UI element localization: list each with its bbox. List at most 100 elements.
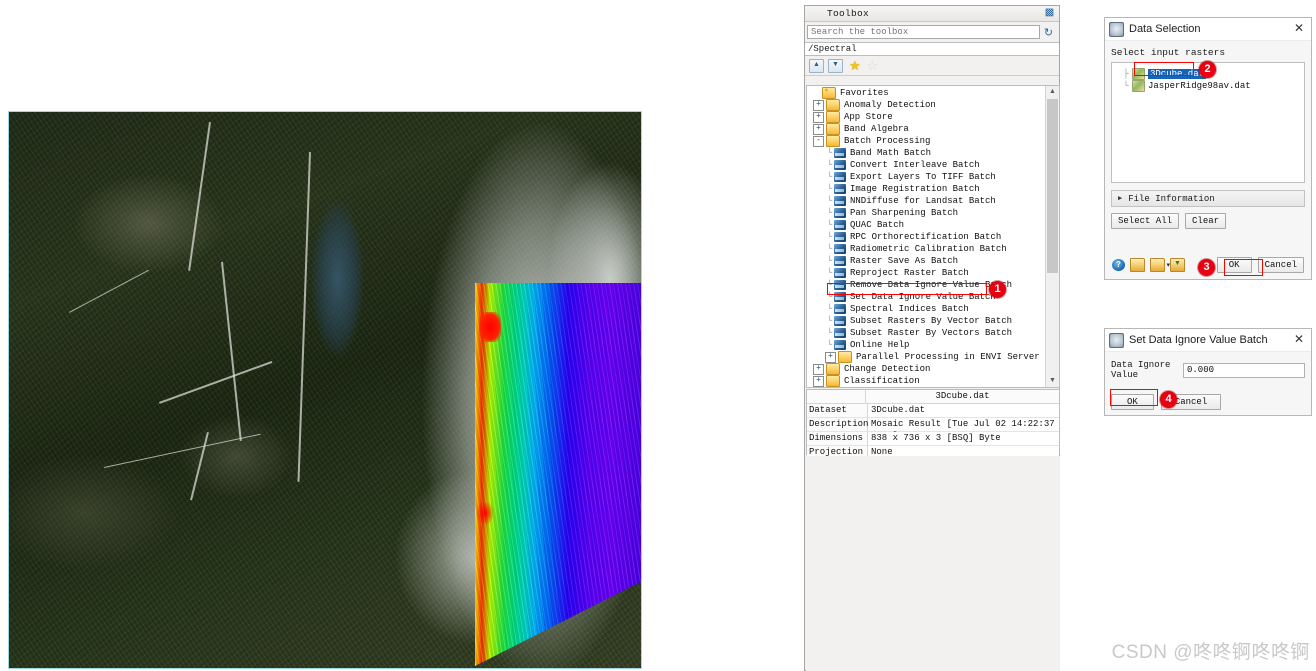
tree-item-label: Raster Save As Batch bbox=[850, 256, 959, 266]
close-icon[interactable]: ✕ bbox=[1291, 21, 1307, 37]
folder-star-icon bbox=[822, 86, 836, 99]
help-icon[interactable] bbox=[1112, 259, 1125, 271]
scroll-down-button[interactable]: ▼ bbox=[1046, 375, 1059, 387]
expand-node-icon[interactable]: + bbox=[813, 111, 824, 123]
tool-icon bbox=[834, 148, 846, 158]
tree-item-classification[interactable]: + Classification bbox=[807, 375, 1045, 387]
raster-file-icon bbox=[1132, 68, 1145, 80]
scrollbar-thumb[interactable] bbox=[1047, 99, 1058, 273]
tree-item-favorites[interactable]: Favorites bbox=[807, 86, 1045, 99]
tree-item-rpc-orthorectification-batch[interactable]: └ RPC Orthorectification Batch bbox=[807, 231, 1045, 243]
recent-folder-icon[interactable] bbox=[1150, 258, 1170, 272]
tree-item-change-detection[interactable]: + Change Detection bbox=[807, 363, 1045, 375]
cube-right-hotspot bbox=[479, 312, 501, 342]
tree-item-set-data-ignore-value-batch[interactable]: └ Set Data Ignore Value Batch bbox=[807, 291, 1045, 303]
refresh-icon[interactable]: ↻ bbox=[1040, 24, 1057, 40]
set-data-ignore-value-dialog: Set Data Ignore Value Batch ✕ Data Ignor… bbox=[1104, 328, 1312, 416]
collapse-node-icon[interactable]: - bbox=[813, 135, 824, 147]
expand-node-icon[interactable]: + bbox=[813, 363, 824, 375]
search-input[interactable] bbox=[807, 25, 1040, 39]
file-info-header-title: 3Dcube.dat bbox=[935, 391, 990, 401]
tree-item-band-math-batch[interactable]: └ Band Math Batch bbox=[807, 147, 1045, 159]
tree-guide: └ bbox=[826, 328, 833, 338]
tree-item-nndiffuse-for-landsat-batch[interactable]: └ NNDiffuse for Landsat Batch bbox=[807, 195, 1045, 207]
expand-node-icon[interactable]: + bbox=[813, 123, 824, 135]
scroll-up-button[interactable]: ▲ bbox=[1046, 86, 1059, 98]
folder-icon bbox=[826, 135, 840, 147]
raster-jasperridge98av-dat[interactable]: └ JasperRidge98av.dat bbox=[1120, 80, 1304, 92]
tree-item-batch-processing[interactable]: - Batch Processing bbox=[807, 135, 1045, 147]
tree-guide: └ bbox=[826, 196, 833, 206]
tool-icon bbox=[834, 244, 846, 254]
remove-favorite-star-icon[interactable]: ☆ bbox=[867, 59, 879, 72]
file-information-expander[interactable]: ▶ File Information bbox=[1111, 190, 1305, 207]
expand-node-icon[interactable]: + bbox=[813, 99, 824, 111]
tree-item-online-help[interactable]: └ Online Help bbox=[807, 339, 1045, 351]
tool-icon bbox=[834, 160, 846, 170]
collapse-all-button[interactable]: ▲ bbox=[809, 58, 824, 73]
tree-item-spectral-indices-batch[interactable]: └ Spectral Indices Batch bbox=[807, 303, 1045, 315]
tree-item-label: Reproject Raster Batch bbox=[850, 268, 969, 278]
raster-name-label: 3Dcube.dat bbox=[1148, 69, 1207, 79]
import-folder-icon[interactable] bbox=[1170, 258, 1185, 272]
file-info-row: Description Mosaic Result [Tue Jul 02 14:… bbox=[807, 418, 1059, 441]
tree-item-label: Online Help bbox=[850, 340, 910, 350]
open-folder-icon[interactable] bbox=[1130, 258, 1145, 272]
tree-item-parallel-processing-in-envi-server[interactable]: + Parallel Processing in ENVI Server bbox=[807, 351, 1045, 363]
tree-guide: └ bbox=[826, 244, 833, 254]
tree-item-radiometric-calibration-batch[interactable]: └ Radiometric Calibration Batch bbox=[807, 243, 1045, 255]
tree-guide: └ bbox=[826, 316, 833, 326]
tree-item-export-layers-to-tiff-batch[interactable]: └ Export Layers To TIFF Batch bbox=[807, 171, 1045, 183]
tree-item-label: Classification bbox=[844, 376, 920, 386]
tree-item-raster-save-as-batch[interactable]: └ Raster Save As Batch bbox=[807, 255, 1045, 267]
tree-item-band-algebra[interactable]: + Band Algebra bbox=[807, 123, 1045, 135]
tree-guide: └ bbox=[826, 292, 833, 302]
tree-item-app-store[interactable]: + App Store bbox=[807, 111, 1045, 123]
tree-item-subset-rasters-by-vector-batch[interactable]: └ Subset Rasters By Vector Batch bbox=[807, 315, 1045, 327]
tree-guide: └ bbox=[826, 208, 833, 218]
tool-icon bbox=[834, 292, 846, 302]
expand-node-icon[interactable]: + bbox=[813, 375, 824, 387]
tree-guide: └ bbox=[826, 220, 833, 230]
toolbox-path-breadcrumb: /Spectral bbox=[805, 42, 1059, 56]
tree-item-label: Export Layers To TIFF Batch bbox=[850, 172, 996, 182]
set-data-ignore-value-ok-button[interactable]: OK bbox=[1111, 394, 1154, 410]
data-selection-cancel-button[interactable]: Cancel bbox=[1257, 257, 1304, 273]
clear-button[interactable]: Clear bbox=[1185, 213, 1227, 229]
dock-pin-icon[interactable]: ▩ bbox=[1043, 7, 1056, 19]
tree-item-label: App Store bbox=[844, 112, 893, 122]
set-data-ignore-value-title: Set Data Ignore Value Batch bbox=[1129, 334, 1268, 346]
tree-item-convert-interleave-batch[interactable]: └ Convert Interleave Batch bbox=[807, 159, 1045, 171]
toolbox-search-row: ↻ bbox=[805, 22, 1059, 42]
tree-item-subset-raster-by-vectors-batch[interactable]: └ Subset Raster By Vectors Batch bbox=[807, 327, 1045, 339]
data-selection-ok-button[interactable]: OK bbox=[1216, 257, 1252, 273]
raster-list[interactable]: ├ 3Dcube.dat └ JasperRidge98av.dat bbox=[1111, 62, 1305, 183]
tree-item-reproject-raster-batch[interactable]: └ Reproject Raster Batch bbox=[807, 267, 1045, 279]
tool-icon bbox=[834, 184, 846, 194]
step-badge-1: 1 bbox=[989, 281, 1006, 298]
close-icon[interactable]: ✕ bbox=[1291, 332, 1307, 348]
tree-item-remove-data-ignore-value-batch[interactable]: └ Remove Data Ignore Value Batch bbox=[807, 279, 1045, 291]
watermark: CSDN @咚咚锕咚咚锕 bbox=[1111, 642, 1310, 663]
tree-guide: └ bbox=[826, 304, 833, 314]
folder-icon bbox=[826, 363, 840, 375]
file-information-label: File Information bbox=[1128, 193, 1215, 204]
expand-node-icon[interactable]: + bbox=[825, 351, 836, 363]
tree-scrollbar[interactable]: ▲ ▼ bbox=[1045, 86, 1059, 387]
step-badge-3: 3 bbox=[1198, 259, 1215, 276]
add-favorite-star-icon[interactable]: ★ bbox=[849, 59, 861, 72]
tree-item-label: Parallel Processing in ENVI Server bbox=[856, 352, 1040, 362]
tree-item-image-registration-batch[interactable]: └ Image Registration Batch bbox=[807, 183, 1045, 195]
tree-item-label: Batch Processing bbox=[844, 136, 931, 146]
data-ignore-value-input[interactable] bbox=[1183, 362, 1305, 378]
raster-name-label: JasperRidge98av.dat bbox=[1148, 81, 1251, 91]
tree-item-anomaly-detection[interactable]: + Anomaly Detection bbox=[807, 99, 1045, 111]
tree-guide: └ bbox=[826, 268, 833, 278]
tree-item-label: Radiometric Calibration Batch bbox=[850, 244, 1007, 254]
tree-item-quac-batch[interactable]: └ QUAC Batch bbox=[807, 219, 1045, 231]
tree-item-pan-sharpening-batch[interactable]: └ Pan Sharpening Batch bbox=[807, 207, 1045, 219]
expand-all-button[interactable]: ▼ bbox=[828, 58, 843, 73]
select-all-button[interactable]: Select All bbox=[1111, 213, 1180, 229]
cube-front-rgb-image bbox=[9, 112, 641, 668]
tree-guide: └ bbox=[826, 340, 833, 350]
